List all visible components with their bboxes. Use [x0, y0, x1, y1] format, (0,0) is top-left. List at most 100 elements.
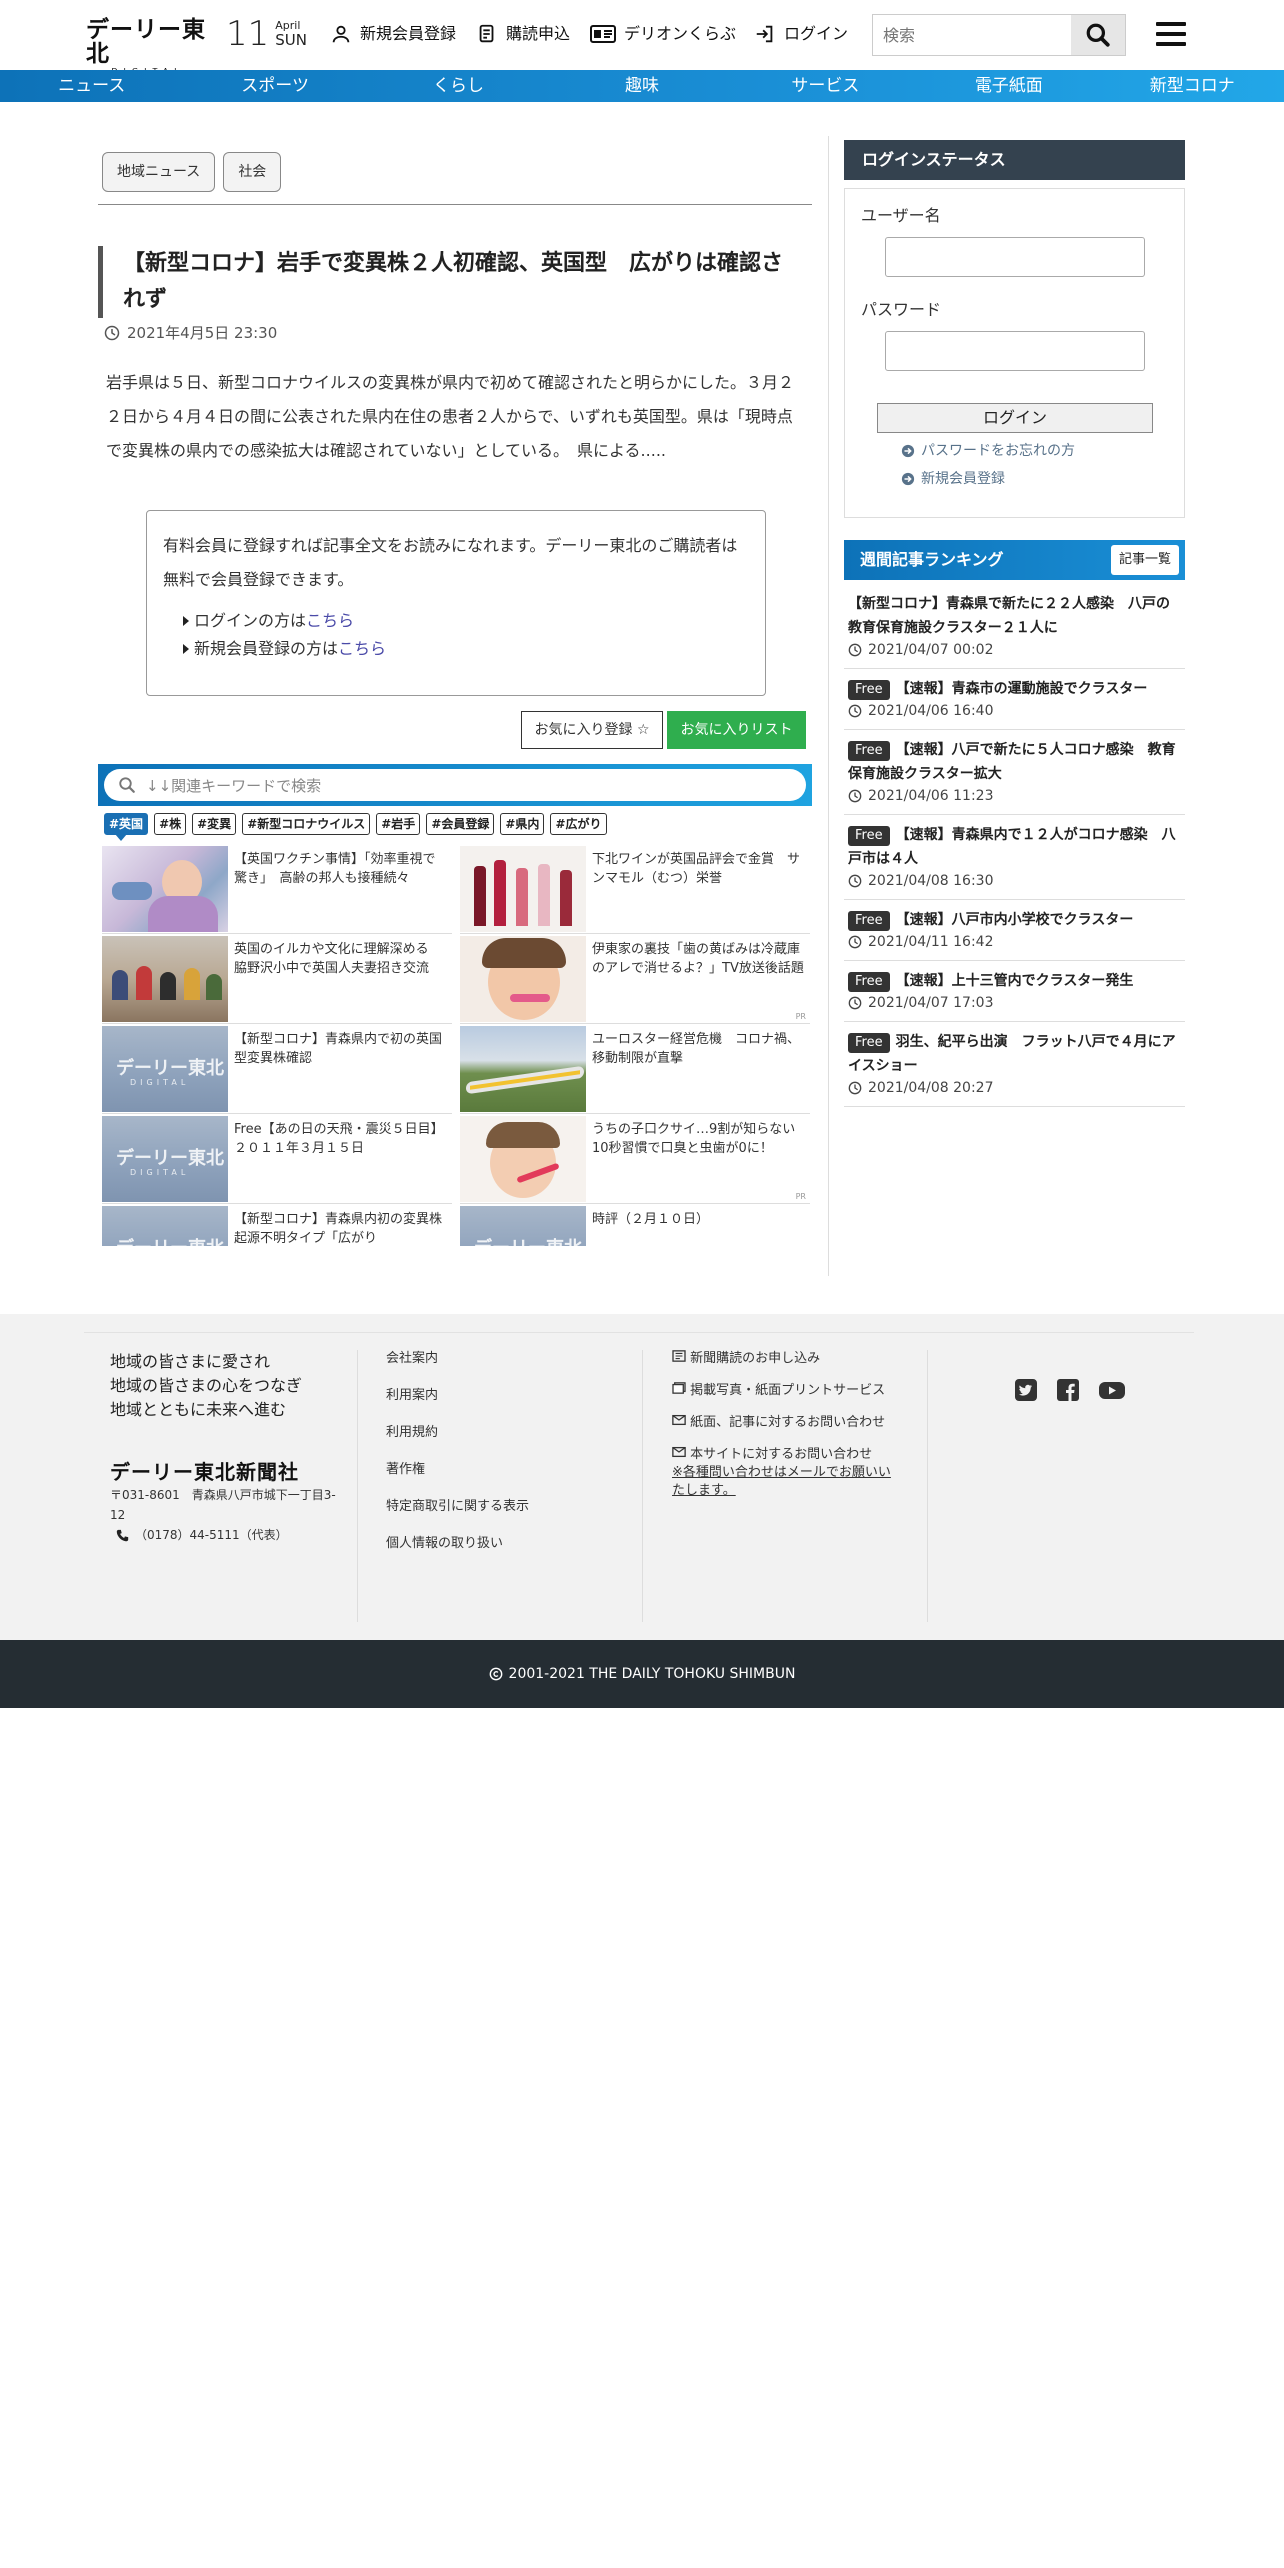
footer-link-copyright[interactable]: 著作権: [386, 1461, 626, 1479]
ranking-item-title: 【新型コロナ】青森県で新たに２２人感染 八戸の教育保育施設クラスター２１人に: [848, 592, 1181, 640]
receipt-icon: [479, 24, 494, 43]
login-link[interactable]: ログイン: [754, 22, 848, 46]
footer-motto-line: 地域の皆さまに愛され: [110, 1352, 271, 1371]
keyword-tag[interactable]: #会員登録: [426, 813, 495, 835]
clock-icon: [848, 704, 862, 718]
related-item[interactable]: 下北ワインが英国品評会で金賞 サンマモル（むつ）栄誉: [460, 846, 810, 934]
site-header: デーリー東北 DIGITAL 11 April SUN 新規会員登録 購読申込 …: [0, 0, 1284, 77]
paywall-register-link[interactable]: こちら: [338, 635, 386, 663]
tag-society[interactable]: 社会: [223, 152, 282, 192]
keyword-tag[interactable]: #新型コロナウイルス: [242, 813, 371, 835]
keyword-tag[interactable]: #英国: [104, 813, 149, 841]
footer-link-guide[interactable]: 利用案内: [386, 1387, 626, 1405]
related-item[interactable]: うちの子口クサイ…9割が知らない10秒習慣で口臭と虫歯が0に！ PR: [460, 1116, 810, 1204]
login-button[interactable]: ログイン: [877, 403, 1153, 433]
add-favorite-label: お気に入り登録: [534, 722, 633, 738]
ranking-item-date-text: 2021/04/11 16:42: [868, 934, 994, 950]
date-day: 11: [226, 14, 270, 54]
footer-link-paper-inquiry[interactable]: 紙面、記事に対するお問い合わせ: [672, 1414, 898, 1432]
forgot-password-link[interactable]: パスワードをお忘れの方: [901, 441, 1168, 461]
placeholder-logo-text: デーリー東北: [474, 1234, 582, 1246]
ranking-item-date-text: 2021/04/07 00:02: [868, 642, 994, 658]
related-item[interactable]: 【英国ワクチン事情】「効率重視で驚き」 高齢の邦人も接種続々: [102, 846, 452, 934]
article-title: 【新型コロナ】岩手で変異株２人初確認、英国型 広がりは確認されず: [98, 246, 798, 318]
footer-link-commerce[interactable]: 特定商取引に関する表示: [386, 1498, 626, 1516]
login-form: ユーザー名 パスワード ログイン パスワードをお忘れの方 新規会員登録: [844, 188, 1185, 518]
ranking-item-date: 2021/04/07 00:02: [848, 640, 1181, 660]
related-item[interactable]: ユーロスター経営危機 コロナ禍、移動制限が直撃: [460, 1026, 810, 1114]
ranking-item-date-text: 2021/04/08 16:30: [868, 873, 994, 889]
keyword-tag[interactable]: #株: [154, 813, 187, 835]
tag-local-news[interactable]: 地域ニュース: [102, 152, 216, 192]
subscribe-link[interactable]: 購読申込: [476, 22, 570, 46]
related-item[interactable]: デーリー東北 DIGITAL 【新型コロナ】青森県内で初の英国型変異株確認: [102, 1026, 452, 1114]
youtube-icon[interactable]: [1098, 1378, 1126, 1402]
ranking-item-date-text: 2021/04/07 17:03: [868, 995, 994, 1011]
register-link[interactable]: 新規会員登録: [330, 22, 456, 46]
nav-item-service[interactable]: サービス: [734, 70, 917, 102]
ranking-item[interactable]: Free 羽生、紀平ら出演 フラット八戸で４月にアイスショー 2021/04/08 …: [844, 1022, 1185, 1107]
keyword-tag[interactable]: #変異: [192, 813, 237, 835]
related-item[interactable]: デーリー東北 DIGITAL Free【あの日の天飛・震災５日目】２０１１年３月１…: [102, 1116, 452, 1204]
ranking-item[interactable]: 【新型コロナ】青森県で新たに２２人感染 八戸の教育保育施設クラスター２１人に 20…: [844, 584, 1185, 669]
nav-item-sports[interactable]: スポーツ: [183, 70, 366, 102]
clock-icon: [848, 996, 862, 1010]
caret-right-icon: [183, 616, 189, 626]
thumbnail-school: [102, 936, 228, 1022]
footer-link-terms[interactable]: 利用規約: [386, 1424, 626, 1442]
site-logo[interactable]: デーリー東北 DIGITAL: [86, 18, 210, 77]
username-field[interactable]: [885, 237, 1145, 277]
derion-club-label: デリオンくらぶ: [624, 24, 737, 43]
ranking-item[interactable]: Free 【速報】青森県内で１２人がコロナ感染 八戸市は４人 2021/04/08 …: [844, 815, 1185, 900]
ranking-item[interactable]: Free 【速報】上十三管内でクラスター発生 2021/04/07 17:03: [844, 961, 1185, 1022]
add-favorite-button[interactable]: お気に入り登録 ☆: [521, 711, 663, 749]
search-icon: [1086, 23, 1110, 47]
nav-item-hobby[interactable]: 趣味: [550, 70, 733, 102]
facebook-icon[interactable]: [1056, 1378, 1080, 1402]
ranking-item[interactable]: Free 【速報】青森市の運動施設でクラスター 2021/04/06 16:40: [844, 669, 1185, 730]
hamburger-menu-icon[interactable]: [1156, 22, 1186, 46]
keyword-search-input[interactable]: ↓↓関連キーワードで検索: [104, 769, 806, 801]
related-item[interactable]: 伊東家の裏技「歯の黄ばみは冷蔵庫のアレで消せるよ？」TV放送後話題 PR: [460, 936, 810, 1024]
keyword-tag[interactable]: #広がり: [550, 813, 607, 835]
nav-item-life[interactable]: くらし: [367, 70, 550, 102]
related-item[interactable]: 英国のイルカや文化に理解深める 脇野沢小中で英国人夫妻招き交流: [102, 936, 452, 1024]
favorite-list-button[interactable]: お気に入りリスト: [667, 711, 806, 749]
twitter-icon[interactable]: [1014, 1378, 1038, 1402]
ranking-item[interactable]: Free 【速報】八戸市内小学校でクラスター 2021/04/11 16:42: [844, 900, 1185, 961]
ranking-item-title: Free 【速報】八戸市内小学校でクラスター: [848, 908, 1181, 932]
footer-separator: [642, 1350, 643, 1622]
keyword-tag[interactable]: #県内: [500, 813, 545, 835]
search-button[interactable]: [1071, 15, 1125, 55]
thumbnail-train: [460, 1026, 586, 1112]
footer-address: 〒031-8601 青森県八戸市城下一丁目3-12: [110, 1488, 336, 1522]
thumbnail-vaccine: [102, 846, 228, 932]
thumbnail-logo: デーリー東北DIGITAL: [102, 1026, 228, 1112]
nav-item-covid[interactable]: 新型コロナ: [1101, 70, 1284, 102]
footer-link-site-inquiry[interactable]: 本サイトに対するお問い合わせ: [672, 1446, 898, 1464]
related-item-text: 時評（２月１０日）: [592, 1212, 710, 1227]
nav-item-e-paper[interactable]: 電子紙面: [917, 70, 1100, 102]
paywall-login-link[interactable]: こちら: [306, 607, 354, 635]
social-links: [1014, 1378, 1126, 1402]
footer-link-about[interactable]: 会社案内: [386, 1350, 626, 1368]
footer-divider: [84, 1332, 1194, 1333]
footer-link-subscribe[interactable]: 新聞購読のお申し込み: [672, 1350, 898, 1368]
footer-link-privacy[interactable]: 個人情報の取り扱い: [386, 1535, 626, 1553]
related-item[interactable]: デーリー東北DIGITAL 【新型コロナ】青森県内初の変異株 起源不明タイプ「広…: [102, 1206, 455, 1246]
free-badge: Free: [848, 826, 890, 846]
keyword-tag[interactable]: #岩手: [376, 813, 421, 835]
footer-links-service: 新聞購読のお申し込み 掲載写真・紙面プリントサービス 紙面、記事に対するお問い合…: [672, 1350, 898, 1622]
ranking-all-button[interactable]: 記事一覧: [1110, 545, 1179, 575]
sidebar-register-link[interactable]: 新規会員登録: [901, 469, 1168, 489]
register-label: 新規会員登録: [360, 24, 457, 43]
nav-item-news[interactable]: ニュース: [0, 70, 183, 102]
password-field[interactable]: [885, 331, 1145, 371]
search-input[interactable]: [873, 15, 1069, 55]
footer-link-print-service[interactable]: 掲載写真・紙面プリントサービス: [672, 1382, 898, 1400]
related-item[interactable]: デーリー東北DIGITAL 時評（２月１０日）: [460, 1206, 810, 1246]
ranking-item[interactable]: Free 【速報】八戸で新たに５人コロナ感染 教育保育施設クラスター拡大 2021/…: [844, 730, 1185, 815]
related-item-text: 英国のイルカや文化に理解深める 脇野沢小中で英国人夫妻招き交流: [234, 942, 442, 976]
derion-club-link[interactable]: デリオンくらぶ: [590, 22, 736, 46]
article-tags: 地域ニュース 社会: [102, 152, 282, 192]
